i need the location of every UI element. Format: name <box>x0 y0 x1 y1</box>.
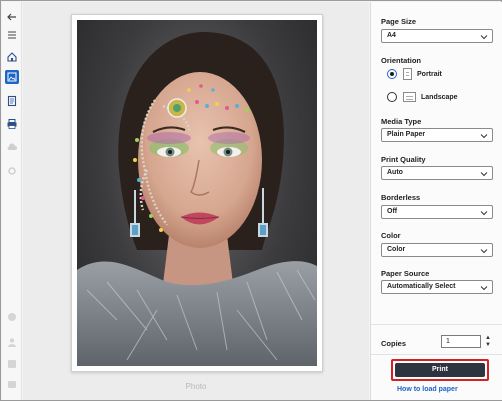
chevron-down-icon <box>480 134 488 139</box>
media-type-label: Media Type <box>381 117 422 126</box>
paper-source-label: Paper Source <box>381 269 430 278</box>
media-type-select[interactable]: Plain Paper <box>381 128 493 142</box>
page-size-select[interactable]: A4 <box>381 29 493 43</box>
landscape-radio[interactable] <box>387 92 397 102</box>
printer-icon[interactable] <box>5 117 19 131</box>
orientation-landscape-option[interactable]: Landscape <box>387 92 458 102</box>
chevron-down-icon <box>480 211 488 216</box>
color-label: Color <box>381 231 401 240</box>
back-arrow-icon[interactable] <box>5 10 19 24</box>
panel-divider <box>371 354 502 355</box>
orientation-portrait-option[interactable]: Portrait <box>387 68 442 80</box>
document-icon[interactable] <box>5 94 19 108</box>
preview-page <box>71 14 323 372</box>
chevron-down-icon <box>480 172 488 177</box>
cloud-icon <box>5 140 19 154</box>
copies-value: 1 <box>446 338 450 345</box>
borderless-select[interactable]: Off <box>381 205 493 219</box>
page-size-label: Page Size <box>381 17 417 26</box>
paper-source-value: Automatically Select <box>387 283 456 290</box>
hamburger-menu-icon[interactable] <box>5 28 19 42</box>
color-select[interactable]: Color <box>381 243 493 257</box>
borderless-label: Borderless <box>381 193 421 202</box>
how-to-load-paper-link[interactable]: How to load paper <box>397 386 458 393</box>
landscape-label: Landscape <box>421 93 458 101</box>
page-size-value: A4 <box>387 32 396 39</box>
home-icon[interactable] <box>5 50 19 64</box>
print-button[interactable]: Print <box>395 363 485 377</box>
page-label: Photo <box>185 382 207 391</box>
media-type-value: Plain Paper <box>387 131 426 138</box>
portrait-photo-illustration <box>77 31 317 366</box>
copies-decrement-button[interactable]: ▼ <box>484 342 492 348</box>
print-settings-panel: Page Size A4 Orientation Portrait Landsc… <box>370 2 502 400</box>
portrait-label: Portrait <box>417 70 442 78</box>
panel-divider <box>371 324 502 325</box>
portrait-radio[interactable] <box>387 69 397 79</box>
photo-layout-icon[interactable] <box>5 70 19 84</box>
info-icon <box>5 310 19 324</box>
copies-increment-button[interactable]: ▲ <box>484 335 492 341</box>
orientation-label: Orientation <box>381 56 422 65</box>
color-value: Color <box>387 246 406 253</box>
print-dialog-window: Photo Page Size A4 Orientation Portrait … <box>0 0 502 401</box>
chevron-down-icon <box>480 249 488 254</box>
landscape-page-icon <box>403 92 416 102</box>
chevron-down-icon <box>480 35 488 40</box>
print-quality-value: Auto <box>387 169 403 176</box>
copies-input[interactable]: 1 <box>441 335 481 348</box>
left-nav-rail <box>2 2 22 400</box>
borderless-value: Off <box>387 208 398 215</box>
help-icon <box>5 357 19 371</box>
feedback-icon <box>5 378 19 392</box>
print-preview-area: Photo <box>23 2 369 400</box>
print-quality-select[interactable]: Auto <box>381 166 493 180</box>
print-quality-label: Print Quality <box>381 155 426 164</box>
paper-source-select[interactable]: Automatically Select <box>381 280 493 294</box>
preview-photo <box>77 20 317 366</box>
copies-label: Copies <box>381 339 407 348</box>
settings-icon <box>5 164 19 178</box>
chevron-down-icon <box>480 286 488 291</box>
account-icon <box>5 335 19 349</box>
portrait-page-icon <box>403 68 412 80</box>
